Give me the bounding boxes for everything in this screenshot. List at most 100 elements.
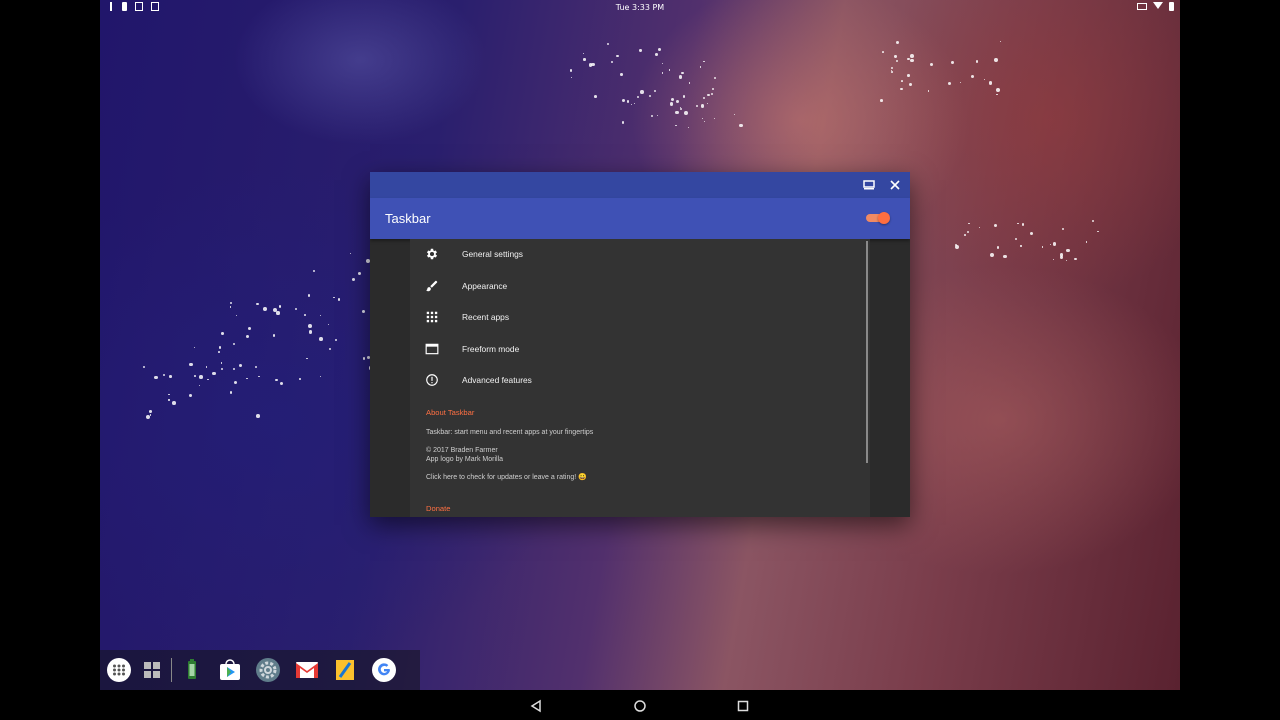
cloud-speck — [276, 311, 280, 315]
cloud-speck — [582, 52, 585, 55]
cloud-speck — [328, 347, 331, 350]
cloud-speck — [996, 246, 1000, 250]
cloud-speck — [978, 226, 981, 229]
about-description[interactable]: Taskbar: start menu and recent apps at y… — [426, 428, 593, 437]
cloud-speck — [149, 410, 153, 414]
menu-item-general-settings[interactable]: General settings — [410, 239, 870, 271]
float-window-icon[interactable] — [862, 178, 876, 192]
cloud-speck — [358, 272, 362, 276]
cloud-speck — [990, 253, 995, 258]
cloud-speck — [308, 324, 313, 328]
settings-icon[interactable] — [255, 657, 281, 683]
menu-item-label: General settings — [462, 249, 523, 259]
donate-section-title: Donate — [426, 504, 451, 513]
app-drawer-icon[interactable] — [106, 657, 132, 683]
cloud-speck — [606, 43, 609, 46]
cloud-speck — [675, 124, 677, 126]
cloud-speck — [205, 366, 208, 368]
cloud-speck — [233, 343, 236, 346]
recent-apps-grid-icon[interactable] — [139, 657, 165, 683]
cloud-speck — [1041, 246, 1044, 248]
cloud-speck — [626, 100, 630, 103]
back-icon[interactable] — [529, 698, 543, 713]
cloud-speck — [630, 104, 632, 106]
cloud-speck — [683, 111, 688, 115]
cloud-speck — [194, 347, 196, 349]
cloud-speck — [1091, 220, 1094, 222]
cloud-speck — [570, 69, 573, 72]
cloud-speck — [1052, 259, 1054, 261]
cloud-speck — [334, 338, 337, 341]
menu-item-appearance[interactable]: Appearance — [410, 271, 870, 303]
cloud-speck — [650, 114, 653, 117]
cloud-speck — [263, 306, 267, 311]
cloud-speck — [207, 378, 209, 381]
taskbar-enable-switch[interactable] — [866, 212, 890, 224]
cloud-speck — [909, 58, 914, 63]
settings-list[interactable]: General settings Appearance Recent apps … — [410, 239, 870, 517]
cloud-speck — [679, 107, 683, 111]
cloud-speck — [678, 75, 683, 80]
cloud-speck — [591, 62, 595, 67]
cloud-speck — [1029, 231, 1034, 236]
cloud-speck — [319, 315, 321, 317]
cloud-speck — [570, 77, 572, 79]
cloud-speck — [662, 72, 664, 74]
battery-app-icon[interactable] — [179, 657, 205, 683]
cloud-speck — [246, 377, 248, 380]
cloud-speck — [882, 50, 885, 53]
cloud-speck — [1061, 228, 1064, 231]
cloud-speck — [655, 52, 659, 56]
home-icon[interactable] — [633, 698, 647, 712]
alert-circle-icon — [426, 374, 438, 386]
menu-item-recent-apps[interactable]: Recent apps — [410, 302, 870, 334]
cloud-speck — [198, 384, 201, 387]
cloud-speck — [218, 346, 222, 349]
cloud-speck — [963, 234, 966, 237]
cloud-speck — [229, 391, 233, 394]
cloud-speck — [637, 95, 640, 98]
cloud-speck — [909, 54, 914, 59]
cloud-speck — [901, 80, 903, 83]
gmail-icon[interactable] — [294, 657, 320, 683]
close-icon[interactable] — [888, 178, 902, 192]
cloud-speck — [984, 79, 986, 81]
cloud-speck — [700, 104, 704, 108]
clock: Tue 3:33 PM — [615, 3, 665, 12]
cloud-speck — [1085, 241, 1088, 243]
cloud-speck — [278, 305, 281, 308]
cloud-speck — [220, 362, 223, 364]
brush-icon — [426, 280, 438, 291]
cloud-speck — [703, 96, 706, 100]
cloud-speck — [895, 59, 899, 63]
cloud-speck — [681, 71, 685, 75]
about-section-title: About Taskbar — [426, 408, 475, 417]
cloud-speck — [256, 302, 260, 306]
battery-icon — [1169, 2, 1174, 11]
google-icon[interactable] — [371, 657, 397, 683]
play-store-icon[interactable] — [217, 657, 243, 683]
window-title-bar[interactable] — [370, 172, 910, 198]
menu-item-label: Recent apps — [462, 312, 510, 322]
system-icons — [1137, 2, 1174, 11]
cloud-speck — [611, 61, 614, 64]
cloud-speck — [1066, 248, 1070, 253]
cloud-speck — [258, 375, 260, 378]
cloud-speck — [189, 362, 193, 367]
update-rating-link[interactable]: Click here to check for updates or leave… — [426, 473, 587, 482]
cloud-speck — [1097, 230, 1099, 232]
cloud-speck — [640, 90, 644, 94]
files-app-icon[interactable] — [332, 657, 358, 683]
cloud-speck — [319, 337, 323, 341]
cloud-speck — [162, 373, 166, 377]
cloud-speck — [254, 365, 257, 369]
cloud-speck — [593, 95, 597, 99]
cloud-speck — [319, 375, 322, 378]
cloud-speck — [947, 82, 951, 86]
cloud-speck — [669, 69, 671, 71]
overview-icon[interactable] — [736, 698, 750, 712]
menu-item-freeform-mode[interactable]: Freeform mode — [410, 334, 870, 366]
cloud-speck — [710, 92, 714, 95]
cloud-speck — [620, 73, 624, 77]
menu-item-advanced-features[interactable]: Advanced features — [410, 365, 870, 397]
